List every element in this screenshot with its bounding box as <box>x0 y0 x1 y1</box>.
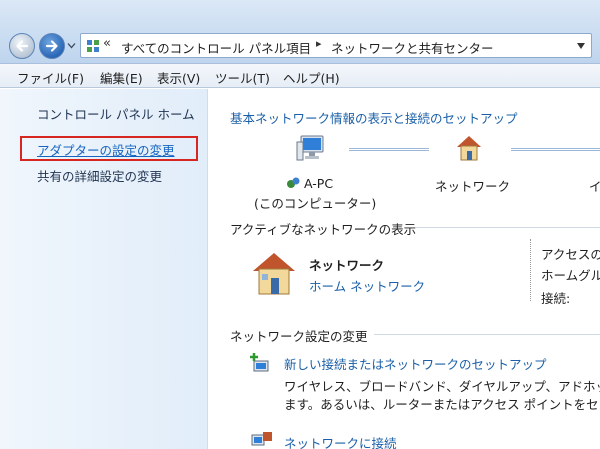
basic-network-heading: 基本ネットワーク情報の表示と接続のセットアップ <box>230 111 518 126</box>
computer-subtitle: (このコンピューター) <box>254 196 377 211</box>
breadcrumb-network-center[interactable]: ネットワークと共有センター <box>331 38 494 57</box>
connection-label: 接続: <box>541 291 571 306</box>
back-button[interactable] <box>9 33 35 59</box>
arrow-right-icon <box>45 40 58 52</box>
menu-view[interactable]: 表示(V) <box>157 68 200 87</box>
active-networks-heading: アクティブなネットワークの表示 <box>230 222 417 237</box>
setup-description-line2: ます。あるいは、ルーターまたはアクセス ポイントをセッ <box>284 397 600 412</box>
recent-pages-dropdown-icon[interactable] <box>67 41 76 50</box>
menu-bar: ファイル(F) 編集(E) 表示(V) ツール(T) ヘルプ(H) <box>0 64 600 88</box>
active-network-name: ネットワーク <box>309 258 385 273</box>
connection-line <box>349 148 429 151</box>
change-settings-heading: ネットワーク設定の変更 <box>230 329 368 344</box>
arrow-left-icon <box>16 40 29 52</box>
address-bar[interactable]: « すべてのコントロール パネル項目 ▸ ネットワークと共有センター <box>80 33 592 58</box>
connect-network-icon <box>251 432 272 446</box>
menu-edit[interactable]: 編集(E) <box>100 68 143 87</box>
main-content: 基本ネットワーク情報の表示と接続のセットアップ A-PC (このコンピューター)… <box>209 89 600 449</box>
explorer-toolbar: « すべてのコントロール パネル項目 ▸ ネットワークと共有センター <box>0 0 600 64</box>
address-dropdown-icon[interactable] <box>577 43 585 49</box>
network-map-label: ネットワーク <box>435 179 511 194</box>
change-adapter-settings-link[interactable]: アダプターの設定の変更 <box>37 140 175 159</box>
setup-description-line1: ワイヤレス、ブロードバンド、ダイヤルアップ、アドホック <box>284 379 600 394</box>
setup-new-connection-link[interactable]: 新しい接続またはネットワークのセットアップ <box>284 354 547 373</box>
advanced-sharing-settings-link[interactable]: 共有の詳細設定の変更 <box>37 166 162 185</box>
internet-label: イ <box>589 179 600 194</box>
menu-help[interactable]: ヘルプ(H) <box>283 68 340 87</box>
control-panel-home-link[interactable]: コントロール パネル ホーム <box>37 104 195 123</box>
network-globe-icon <box>287 177 300 188</box>
homegroup-label: ホームグル <box>541 268 600 283</box>
control-panel-icon <box>87 40 99 52</box>
breadcrumb-separator[interactable]: ▸ <box>316 37 322 50</box>
menu-file[interactable]: ファイル(F) <box>17 68 84 87</box>
menu-tools[interactable]: ツール(T) <box>215 68 270 87</box>
forward-button[interactable] <box>39 33 65 59</box>
overflow-chevron[interactable]: « <box>103 36 111 51</box>
computer-name: A-PC <box>304 176 334 191</box>
home-network-icon <box>457 136 481 161</box>
access-type-label: アクセスの <box>541 247 600 262</box>
connect-to-network-link[interactable]: ネットワークに接続 <box>284 433 397 449</box>
section-divider <box>374 334 600 335</box>
connection-line <box>511 148 600 151</box>
computer-icon <box>296 135 324 161</box>
column-divider <box>530 239 531 301</box>
section-divider <box>416 227 600 228</box>
breadcrumb-all-items[interactable]: すべてのコントロール パネル項目 <box>121 38 311 57</box>
task-pane: コントロール パネル ホーム アダプターの設定の変更 共有の詳細設定の変更 <box>0 89 208 449</box>
active-network-type-link[interactable]: ホーム ネットワーク <box>309 276 425 295</box>
home-network-large-icon <box>253 253 295 295</box>
new-connection-icon <box>250 353 269 372</box>
